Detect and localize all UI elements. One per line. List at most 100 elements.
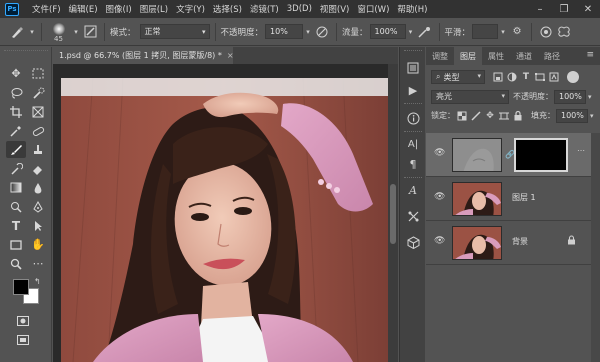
hand-tool-icon[interactable]: ✋ xyxy=(28,236,48,253)
fill-input[interactable]: 100% xyxy=(556,108,588,123)
chevron-down-icon[interactable]: ▾ xyxy=(28,28,36,36)
menu-view[interactable]: 视图(V) xyxy=(320,3,349,15)
chevron-down-icon[interactable]: ▾ xyxy=(498,28,508,36)
mode-select[interactable]: 正常 ▾ xyxy=(139,24,210,39)
layer-mask-thumbnail[interactable] xyxy=(514,138,568,172)
restore-icon[interactable]: ❐ xyxy=(552,0,576,18)
layer-row[interactable]: 👁 图层 1 xyxy=(426,177,591,221)
actions-icon[interactable]: ▶ xyxy=(403,81,423,99)
quick-mask-icon[interactable] xyxy=(13,312,33,329)
layer-thumbnail[interactable] xyxy=(452,226,502,260)
layer-thumbnail[interactable] xyxy=(452,182,502,216)
document-canvas[interactable] xyxy=(53,64,388,362)
scrollbar-thumb[interactable] xyxy=(390,184,396,244)
brush-tool-icon[interactable] xyxy=(6,141,26,158)
blend-mode-select[interactable]: 亮光 ▾ xyxy=(431,89,509,104)
path-select-icon[interactable] xyxy=(28,217,48,234)
paragraph-icon[interactable]: ¶ xyxy=(403,155,423,173)
history-icon[interactable] xyxy=(403,59,423,77)
menu-filter[interactable]: 滤镜(T) xyxy=(250,3,279,15)
gradient-tool-icon[interactable] xyxy=(6,179,26,196)
3d-icon[interactable] xyxy=(403,233,423,251)
menu-layer[interactable]: 图层(L) xyxy=(140,3,168,15)
opacity-input[interactable]: 10% xyxy=(265,24,304,39)
rectangle-tool-icon[interactable] xyxy=(6,236,26,253)
healing-brush-icon[interactable] xyxy=(28,122,48,139)
pressure-opacity-icon[interactable] xyxy=(313,26,331,38)
layer-row[interactable]: 👁 🔗 ⋯ xyxy=(426,133,591,177)
filter-pixel-icon[interactable] xyxy=(491,70,505,84)
tab-adjustments[interactable]: 调整 xyxy=(426,47,454,65)
flow-input[interactable]: 100% xyxy=(369,24,406,39)
lock-image-icon[interactable] xyxy=(469,109,483,123)
marquee-tool-icon[interactable] xyxy=(28,65,48,82)
filter-adjustment-icon[interactable] xyxy=(505,70,519,84)
menu-select[interactable]: 选择(S) xyxy=(213,3,242,15)
layer-filter-select[interactable]: ⌕ 类型 ▾ xyxy=(431,70,485,84)
layers-scrollbar[interactable] xyxy=(591,133,600,362)
chevron-down-icon[interactable]: ▾ xyxy=(588,93,592,101)
crop-tool-icon[interactable] xyxy=(6,103,26,120)
panel-menu-icon[interactable]: ≡ xyxy=(586,50,594,60)
lock-position-icon[interactable]: ✥ xyxy=(483,109,497,123)
move-tool-icon[interactable]: ✥ xyxy=(6,65,26,82)
zoom-tool-icon[interactable] xyxy=(6,255,26,272)
filter-smart-object-icon[interactable] xyxy=(547,70,561,84)
menu-image[interactable]: 图像(I) xyxy=(106,3,132,15)
lock-all-icon[interactable] xyxy=(511,109,525,123)
filter-type-icon[interactable]: T xyxy=(519,70,533,84)
chevron-down-icon[interactable]: ▾ xyxy=(303,28,313,36)
filter-toggle-icon[interactable] xyxy=(567,71,579,83)
chevron-down-icon[interactable]: ▾ xyxy=(406,28,416,36)
visibility-eye-icon[interactable]: 👁 xyxy=(434,192,445,202)
tab-properties[interactable]: 属性 xyxy=(482,47,510,65)
character-icon[interactable]: A| xyxy=(403,135,423,153)
lasso-tool-icon[interactable] xyxy=(6,84,26,101)
foreground-color-swatch[interactable] xyxy=(13,279,29,295)
properties-icon[interactable] xyxy=(403,207,423,225)
layer-opacity-input[interactable]: 100% xyxy=(554,89,586,104)
close-icon[interactable]: × xyxy=(227,51,234,60)
symmetry-butterfly-icon[interactable] xyxy=(555,26,573,38)
smoothing-options-gear-icon[interactable]: ⚙ xyxy=(508,26,526,37)
layer-row[interactable]: 👁 背景 xyxy=(426,221,591,265)
dodge-tool-icon[interactable] xyxy=(6,198,26,215)
tab-paths[interactable]: 路径 xyxy=(538,47,566,65)
type-tool-icon[interactable]: T xyxy=(6,217,26,234)
airbrush-icon[interactable] xyxy=(416,26,434,38)
lock-artboard-icon[interactable] xyxy=(497,109,511,123)
menu-help[interactable]: 帮助(H) xyxy=(397,3,427,15)
brush-settings-icon[interactable] xyxy=(81,25,99,38)
minimize-icon[interactable]: – xyxy=(528,0,552,18)
screen-mode-icon[interactable] xyxy=(13,331,33,348)
frame-tool-icon[interactable] xyxy=(28,103,48,120)
layer-thumbnail[interactable] xyxy=(452,138,502,172)
tab-layers[interactable]: 图层 xyxy=(454,47,482,65)
smoothing-input[interactable] xyxy=(472,24,499,39)
menu-type[interactable]: 文字(Y) xyxy=(176,3,205,15)
more-tools-icon[interactable]: ⋯ xyxy=(28,255,48,272)
chevron-down-icon[interactable]: ▾ xyxy=(590,112,594,120)
info-icon[interactable] xyxy=(403,109,423,127)
history-brush-icon[interactable] xyxy=(6,160,26,177)
brush-size-picker[interactable]: 45 xyxy=(47,20,71,44)
clone-stamp-icon[interactable] xyxy=(28,141,48,158)
eyedropper-tool-icon[interactable] xyxy=(6,122,26,139)
brush-preset-icon[interactable] xyxy=(6,25,28,39)
menu-3d[interactable]: 3D(D) xyxy=(287,4,312,14)
pressure-size-icon[interactable] xyxy=(537,26,555,38)
pen-tool-icon[interactable] xyxy=(28,198,48,215)
visibility-eye-icon[interactable]: 👁 xyxy=(434,148,445,158)
eraser-tool-icon[interactable] xyxy=(28,160,48,177)
close-icon[interactable]: ✕ xyxy=(576,0,600,18)
menu-window[interactable]: 窗口(W) xyxy=(357,3,389,15)
menu-edit[interactable]: 编辑(E) xyxy=(69,3,98,15)
visibility-eye-icon[interactable]: 👁 xyxy=(434,236,445,246)
glyphs-icon[interactable]: A xyxy=(403,181,423,199)
lock-transparent-icon[interactable] xyxy=(455,109,469,123)
tab-channels[interactable]: 通道 xyxy=(510,47,538,65)
canvas-vertical-scrollbar[interactable] xyxy=(388,64,398,362)
chevron-down-icon[interactable]: ▾ xyxy=(71,28,81,36)
quick-select-tool-icon[interactable] xyxy=(28,84,48,101)
menu-file[interactable]: 文件(F) xyxy=(32,3,61,15)
